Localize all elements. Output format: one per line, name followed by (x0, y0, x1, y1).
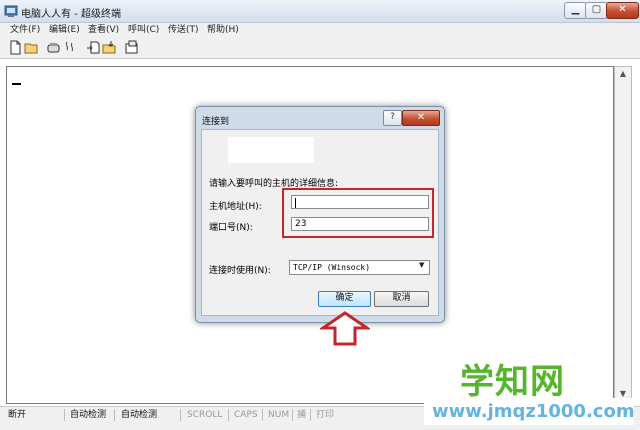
watermark-logo-text: 学知网 (460, 362, 565, 402)
dialog-help-button[interactable]: ? (383, 110, 402, 126)
status-divider (64, 409, 65, 421)
help-icon: ? (390, 112, 395, 122)
status-autodetect-2: 自动检测 (121, 410, 158, 420)
status-caps: CAPS (234, 410, 258, 420)
status-divider (228, 409, 229, 421)
port-number-label: 端口号(N): (209, 223, 253, 233)
status-divider (310, 409, 311, 421)
status-autodetect-1: 自动检测 (70, 410, 107, 420)
dialog-close-button[interactable]: ✕ (402, 110, 440, 126)
red-highlight-box (282, 188, 434, 238)
status-num: NUM (268, 410, 290, 420)
maximize-icon: ▢ (591, 4, 602, 15)
status-connection: 断开 (8, 410, 27, 420)
status-capture: 捕 (297, 410, 307, 420)
menu-file[interactable]: 文件(F) (10, 23, 40, 38)
minimize-button[interactable]: ▁ (564, 2, 587, 19)
connect-icon[interactable] (46, 40, 61, 55)
terminal-cursor (12, 83, 21, 85)
menu-edit[interactable]: 编辑(E) (49, 23, 80, 38)
send-icon[interactable] (86, 40, 101, 55)
vertical-scrollbar[interactable] (614, 66, 632, 402)
properties-icon[interactable] (124, 40, 139, 55)
status-print: 打印 (316, 410, 335, 420)
new-icon[interactable] (8, 40, 23, 55)
connection-icon-area (228, 137, 314, 163)
status-divider (262, 409, 263, 421)
cancel-button[interactable]: 取消 (374, 291, 429, 307)
connect-using-select[interactable]: TCP/IP (Winsock) (289, 260, 430, 275)
close-button[interactable]: ✕ (606, 2, 639, 19)
scroll-up-arrow-icon[interactable]: ▲ (614, 66, 632, 82)
ok-button[interactable]: 确定 (318, 291, 371, 307)
hyperterminal-app-icon (4, 5, 18, 17)
maximize-button[interactable]: ▢ (585, 2, 608, 19)
chevron-down-icon[interactable]: ▼ (419, 261, 424, 269)
minimize-icon: ▁ (571, 4, 580, 15)
menu-transfer[interactable]: 传送(T) (168, 23, 199, 38)
menu-view[interactable]: 查看(V) (88, 23, 119, 38)
red-up-arrow-icon (320, 311, 370, 346)
close-icon: ✕ (416, 112, 426, 123)
host-address-label: 主机地址(H): (209, 202, 262, 212)
menu-call[interactable]: 呼叫(C) (128, 23, 159, 38)
status-divider (292, 409, 293, 421)
receive-icon[interactable] (102, 40, 117, 55)
close-icon: ✕ (618, 4, 627, 15)
open-icon[interactable] (24, 40, 39, 55)
status-divider (180, 409, 181, 421)
menu-help[interactable]: 帮助(H) (207, 23, 239, 38)
connect-using-label: 连接时使用(N): (209, 266, 271, 276)
window-title: 电脑人人有 - 超级终端 (21, 9, 121, 20)
watermark-url: www.jmqz1000.com (424, 398, 635, 425)
dialog-title: 连接到 (202, 117, 230, 127)
menu-bar: 文件(F) 编辑(E) 查看(V) 呼叫(C) 传送(T) 帮助(H) (0, 23, 640, 38)
status-divider (114, 409, 115, 421)
status-scroll: SCROLL (187, 410, 223, 420)
disconnect-icon[interactable] (62, 40, 77, 55)
